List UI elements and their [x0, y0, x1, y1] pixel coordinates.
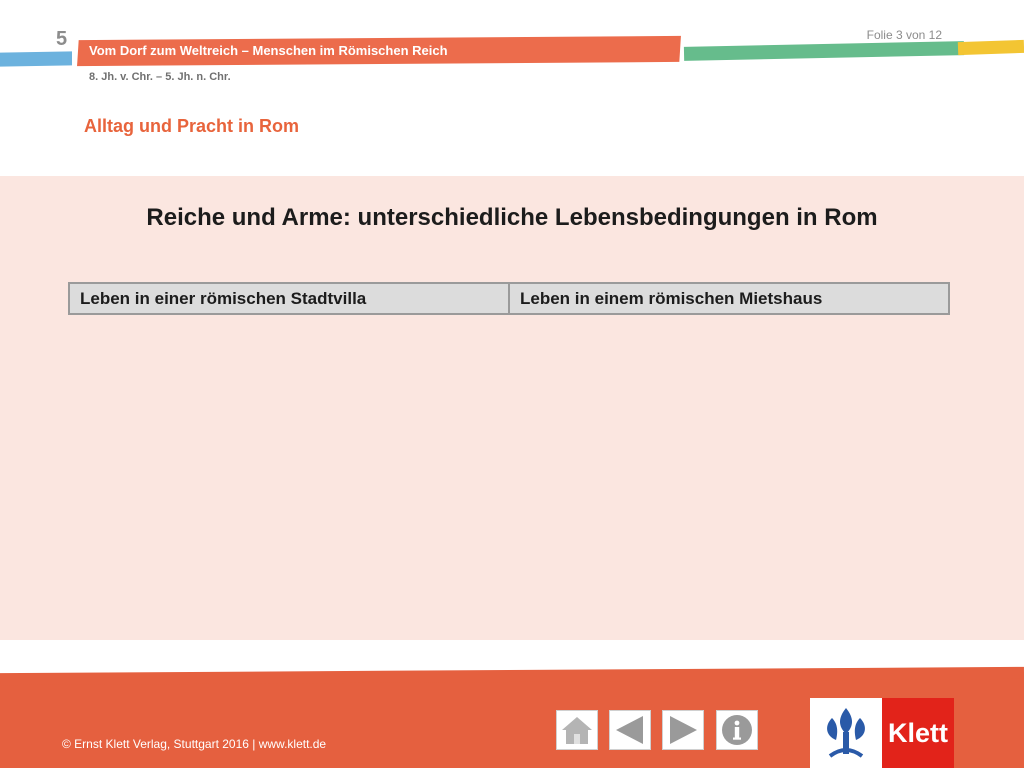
info-button[interactable]	[716, 710, 758, 750]
slide-counter: Folie 3 von 12	[866, 28, 942, 42]
footer: © Ernst Klett Verlag, Stuttgart 2016 | w…	[0, 676, 1024, 768]
klett-logo: Klett	[810, 698, 954, 768]
slide-content: Reiche und Arme: unterschiedliche Lebens…	[0, 176, 1024, 640]
comparison-table: Leben in einer römischen Stadtvilla Lebe…	[68, 282, 950, 315]
copyright-text: © Ernst Klett Verlag, Stuttgart 2016 | w…	[62, 737, 327, 751]
home-button[interactable]	[556, 710, 598, 750]
previous-slide-button[interactable]	[609, 710, 651, 750]
chapter-number: 5	[56, 28, 68, 50]
home-icon	[562, 717, 592, 744]
slide-heading: Reiche und Arme: unterschiedliche Lebens…	[146, 204, 878, 231]
decor-stripe-yellow	[957, 39, 1024, 56]
logo-text: Klett	[882, 698, 954, 768]
decor-stripe-blue	[0, 51, 72, 67]
next-slide-button[interactable]	[662, 710, 704, 750]
arrow-right-icon	[670, 716, 697, 744]
klett-emblem-icon	[810, 698, 882, 768]
arrow-left-icon	[616, 716, 643, 744]
table-header-villa: Leben in einer römischen Stadtvilla	[80, 288, 367, 308]
chapter-title: Vom Dorf zum Weltreich – Menschen im Röm…	[89, 43, 448, 58]
period-label: 8. Jh. v. Chr. – 5. Jh. n. Chr.	[89, 71, 231, 83]
table-header-mietshaus: Leben in einem römischen Mietshaus	[508, 284, 948, 313]
decor-stripe-green	[683, 41, 965, 61]
info-icon	[722, 715, 752, 745]
section-title: Alltag und Pracht in Rom	[84, 116, 300, 136]
